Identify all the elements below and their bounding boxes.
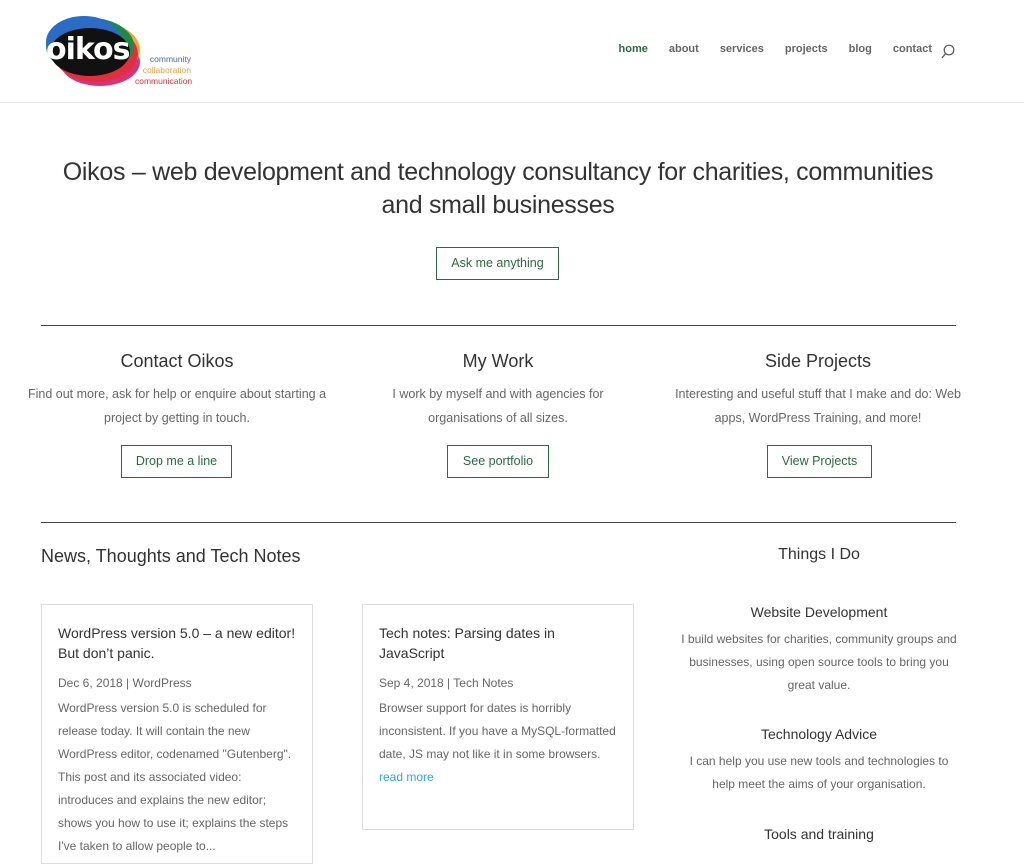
post-excerpt: Browser support for dates is horribly in… [379, 701, 616, 761]
logo-wordmark: oikos [46, 32, 131, 67]
oikos-logo[interactable]: oikos community collaboration communicat… [44, 12, 194, 90]
nav-contact[interactable]: contact [893, 43, 932, 55]
drop-me-a-line-button[interactable]: Drop me a line [121, 445, 232, 478]
news-section-title: News, Thoughts and Tech Notes [41, 546, 301, 566]
blog-post-card: Tech notes: Parsing dates in JavaScript … [362, 604, 634, 830]
column-title: Side Projects [764, 351, 872, 371]
service-text: I build websites for charities, communit… [681, 632, 957, 692]
service-title: Technology Advice [761, 726, 877, 742]
section-divider [41, 325, 956, 326]
nav-projects[interactable]: projects [785, 43, 828, 55]
post-meta: Dec 6, 2018 | WordPress [58, 676, 192, 690]
search-icon[interactable] [941, 44, 955, 60]
service-title: Website Development [750, 604, 888, 620]
post-meta: Sep 4, 2018 | Tech Notes [379, 676, 514, 690]
post-title[interactable]: WordPress version 5.0 – a new editor! Bu… [58, 623, 296, 663]
things-i-do-title: Things I Do [778, 546, 860, 563]
post-excerpt: WordPress version 5.0 is scheduled for r… [58, 701, 292, 853]
side-projects-column: Side Projects Interesting and useful stu… [668, 348, 968, 430]
main-nav: home about services projects blog contac… [598, 43, 932, 55]
read-more-link[interactable]: read more [379, 766, 617, 789]
service-tools-and-training: Tools and training [670, 824, 968, 844]
service-text: I can help you use new tools and technol… [689, 754, 949, 791]
column-title: Contact Oikos [120, 351, 234, 371]
view-projects-button[interactable]: View Projects [767, 445, 872, 478]
column-title: My Work [462, 351, 534, 371]
column-text: I work by myself and with agencies for o… [392, 387, 604, 425]
column-text: Interesting and useful stuff that I make… [675, 387, 961, 425]
nav-about[interactable]: about [669, 43, 699, 55]
service-title: Tools and training [764, 826, 874, 842]
section-divider [41, 522, 956, 523]
post-title[interactable]: Tech notes: Parsing dates in JavaScript [379, 623, 617, 663]
nav-home[interactable]: home [619, 43, 648, 55]
contact-column: Contact Oikos Find out more, ask for hel… [27, 348, 327, 430]
service-technology-advice: Technology Advice I can help you use new… [670, 724, 968, 796]
tagline-collaboration: collaboration [142, 65, 191, 75]
logo-tagline: community collaboration communication [135, 54, 193, 87]
ask-me-anything-button[interactable]: Ask me anything [436, 247, 559, 280]
see-portfolio-button[interactable]: See portfolio [447, 445, 549, 478]
column-text: Find out more, ask for help or enquire a… [27, 387, 327, 425]
my-work-column: My Work I work by myself and with agenci… [348, 348, 648, 430]
tagline-community: community [149, 54, 191, 64]
blog-post-card: WordPress version 5.0 – a new editor! Bu… [41, 604, 313, 864]
hero-title: Oikos – web development and technology c… [62, 158, 934, 219]
site-header: oikos community collaboration communicat… [0, 0, 1024, 103]
tagline-communication: communication [135, 76, 193, 86]
nav-services[interactable]: services [720, 43, 764, 55]
service-website-development: Website Development I build websites for… [670, 602, 968, 697]
nav-blog[interactable]: blog [849, 43, 872, 55]
